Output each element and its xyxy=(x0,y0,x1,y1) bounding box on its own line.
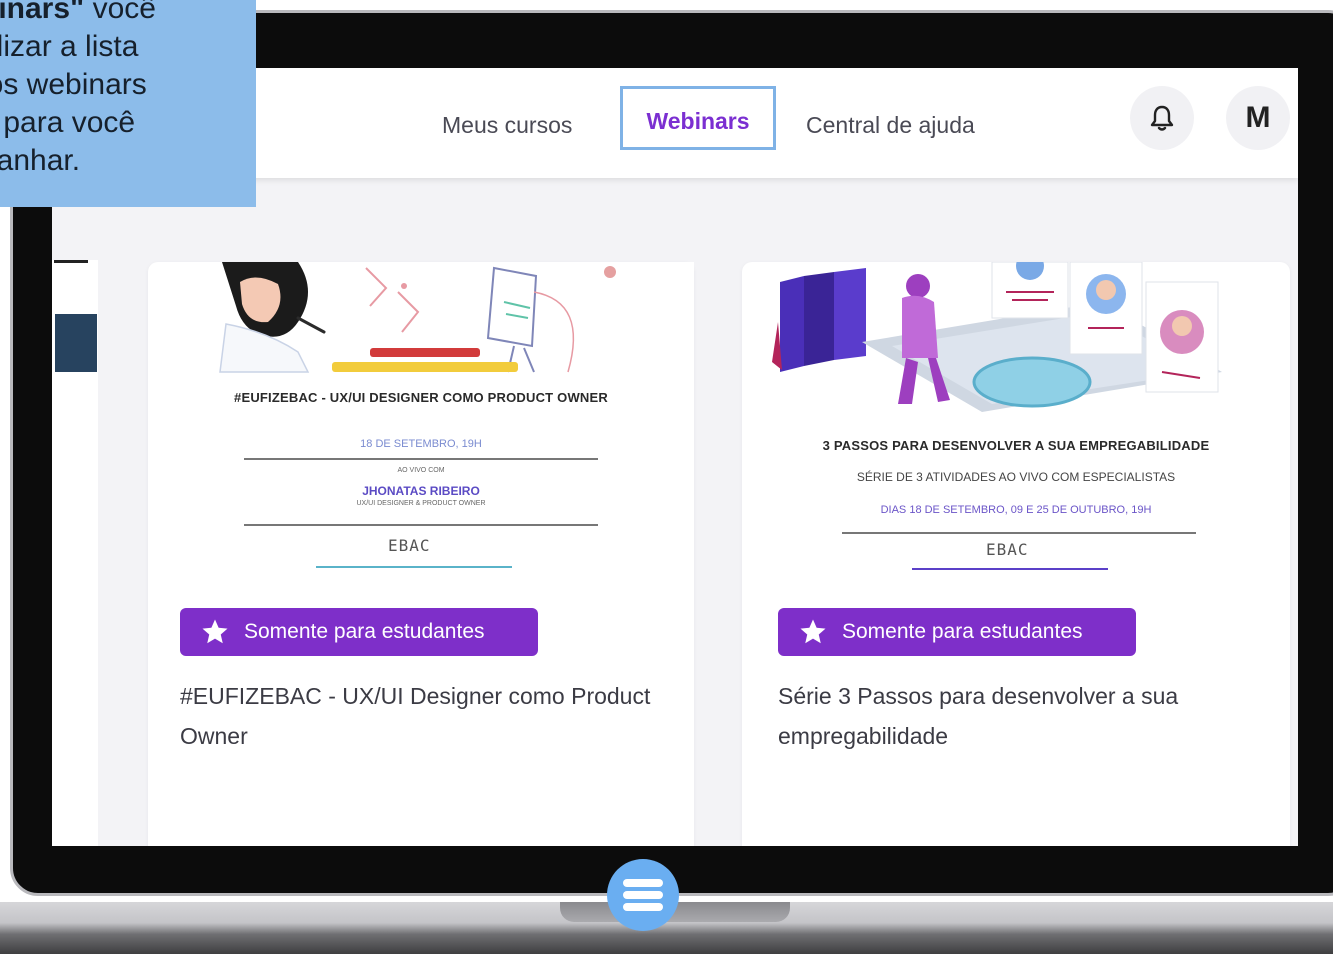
banner-accent-line xyxy=(316,566,512,568)
nav-link-meus-cursos[interactable]: Meus cursos xyxy=(442,96,572,154)
banner-title: 3 PASSOS PARA DESENVOLVER A SUA EMPREGAB… xyxy=(822,438,1210,453)
star-icon xyxy=(202,619,228,644)
banner-accent-line xyxy=(912,568,1108,570)
badge-label: Somente para estudantes xyxy=(244,620,485,643)
ebac-logo: EBAC xyxy=(388,536,431,555)
tooltip-line: panhar. xyxy=(0,144,81,177)
tutorial-tooltip: binars" você alizar a lista los webinars… xyxy=(0,0,256,207)
banner-speaker-role: UX/UI DESIGNER & PRODUCT OWNER xyxy=(356,500,486,507)
banner-live-with: AO VIVO COM xyxy=(397,467,445,474)
webinar-banner[interactable]: #EUFIZEBAC - UX/UI DESIGNER COMO PRODUCT… xyxy=(148,262,694,592)
banner-divider xyxy=(842,532,1196,534)
tooltip-line: s para você xyxy=(0,106,136,139)
tooltip-bold-text: binars" xyxy=(0,0,85,25)
previous-card-thumbnail[interactable] xyxy=(55,314,97,372)
tooltip-text: você xyxy=(84,0,156,25)
webinar-card[interactable]: 3 PASSOS PARA DESENVOLVER A SUA EMPREGAB… xyxy=(742,262,1290,846)
students-only-badge: Somente para estudantes xyxy=(778,608,1136,656)
webinar-card[interactable]: #EUFIZEBAC - UX/UI DESIGNER COMO PRODUCT… xyxy=(148,262,694,846)
students-only-badge: Somente para estudantes xyxy=(180,608,538,656)
banner-title: #EUFIZEBAC - UX/UI DESIGNER COMO PRODUCT… xyxy=(234,390,608,405)
ebac-logo: EBAC xyxy=(986,540,1029,559)
banner-illustration xyxy=(772,262,1222,412)
tooltip-line: alizar a lista xyxy=(0,30,139,63)
notification-button[interactable] xyxy=(1130,86,1194,150)
webinar-title[interactable]: Série 3 Passos para desenvolver a sua em… xyxy=(778,676,1258,756)
user-avatar[interactable]: M xyxy=(1226,86,1290,150)
previous-card-line xyxy=(54,260,88,263)
menu-icon xyxy=(623,879,663,911)
bell-icon xyxy=(1150,105,1174,131)
banner-date: DIAS 18 DE SETEMBRO, 09 E 25 DE OUTUBRO,… xyxy=(880,504,1152,516)
nav-link-central-de-ajuda[interactable]: Central de ajuda xyxy=(806,96,975,154)
nav-link-webinars[interactable]: Webinars xyxy=(620,86,776,150)
banner-illustration xyxy=(218,262,694,402)
banner-divider xyxy=(244,524,598,526)
banner-date: 18 DE SETEMBRO, 19H xyxy=(360,438,482,450)
banner-divider xyxy=(244,458,598,460)
badge-label: Somente para estudantes xyxy=(842,620,1083,643)
webinar-banner[interactable]: 3 PASSOS PARA DESENVOLVER A SUA EMPREGAB… xyxy=(742,262,1290,592)
banner-speaker: JHONATAS RIBEIRO xyxy=(362,484,480,498)
star-icon xyxy=(800,619,826,644)
tooltip-line: los webinars xyxy=(0,68,147,101)
banner-subtitle: SÉRIE DE 3 ATIVIDADES AO VIVO COM ESPECI… xyxy=(856,470,1176,484)
tooltip-first-line: binars" você xyxy=(0,0,256,28)
webinar-title[interactable]: #EUFIZEBAC - UX/UI Designer como Product… xyxy=(180,676,660,756)
menu-button[interactable] xyxy=(607,859,679,931)
